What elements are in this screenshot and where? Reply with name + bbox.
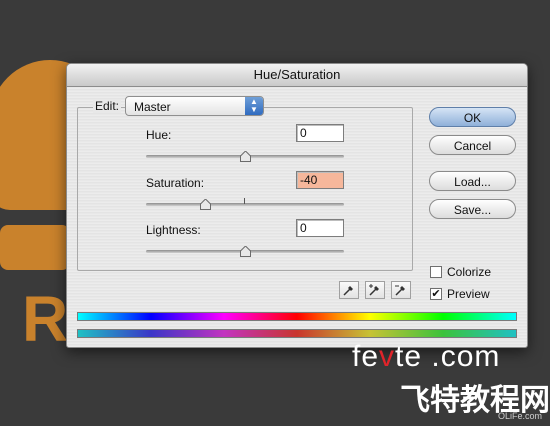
eyedropper-button[interactable] bbox=[339, 281, 359, 299]
saturation-label: Saturation: bbox=[146, 176, 205, 190]
hue-saturation-dialog: Hue/Saturation Edit: Master ▲ ▼ Hue: 0 Sa… bbox=[66, 63, 528, 348]
input-color-spectrum bbox=[77, 312, 517, 321]
hue-label: Hue: bbox=[146, 128, 172, 142]
dialog-title: Hue/Saturation bbox=[67, 64, 527, 87]
edit-channel-value: Master bbox=[134, 100, 171, 114]
lightness-slider-thumb[interactable] bbox=[239, 246, 251, 257]
colorize-checkbox[interactable] bbox=[430, 266, 442, 278]
hue-slider-thumb[interactable] bbox=[239, 151, 251, 162]
load-button[interactable]: Load... bbox=[429, 171, 516, 191]
eyedropper-minus-button[interactable] bbox=[391, 281, 411, 299]
updown-arrows-icon: ▲ ▼ bbox=[245, 97, 263, 115]
colorize-label: Colorize bbox=[447, 265, 492, 279]
watermark-fevte: fevte .com bbox=[352, 340, 501, 373]
ok-button[interactable]: OK bbox=[429, 107, 516, 127]
edit-channel-select[interactable]: Master ▲ ▼ bbox=[125, 96, 264, 116]
eyedropper-plus-button[interactable] bbox=[365, 281, 385, 299]
hue-input[interactable]: 0 bbox=[296, 124, 344, 142]
lightness-label: Lightness: bbox=[146, 223, 201, 237]
preview-label: Preview bbox=[447, 287, 490, 301]
lightness-input[interactable]: 0 bbox=[296, 219, 344, 237]
save-button[interactable]: Save... bbox=[429, 199, 516, 219]
cancel-button[interactable]: Cancel bbox=[429, 135, 516, 155]
background-artwork-shape-lower bbox=[0, 225, 70, 270]
saturation-slider-track[interactable] bbox=[146, 203, 344, 206]
saturation-slider-thumb[interactable] bbox=[199, 199, 211, 210]
preview-checkbox[interactable]: ✔ bbox=[430, 288, 442, 300]
watermark-olife: OLiFe.com bbox=[498, 411, 543, 421]
saturation-input[interactable]: -40 bbox=[296, 171, 344, 189]
eyedropper-plus-icon bbox=[369, 284, 379, 296]
background-artwork-letter: R bbox=[22, 283, 69, 355]
eyedropper-icon bbox=[343, 286, 353, 296]
eyedropper-minus-icon bbox=[395, 285, 405, 296]
saturation-center-tick bbox=[244, 198, 245, 204]
edit-label: Edit: bbox=[93, 99, 122, 113]
output-color-spectrum bbox=[77, 329, 517, 338]
